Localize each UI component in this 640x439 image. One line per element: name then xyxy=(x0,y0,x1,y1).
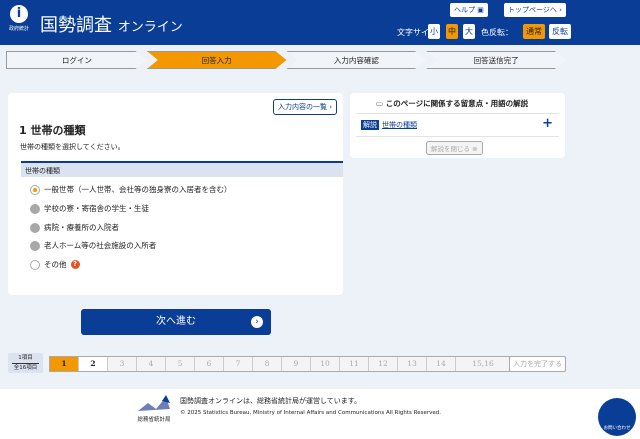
radio[interactable] xyxy=(30,259,40,270)
question-card: 入力内容の一覧 › 1 世帯の種類 世帯の種類を選択してください。 世帯の種類 … xyxy=(8,93,343,295)
comment-icon: ▭ xyxy=(376,99,384,108)
font-small-button[interactable]: 小 xyxy=(428,24,440,39)
step-confirm: 入力内容確認 xyxy=(286,51,427,69)
question-pager: 1 2 3 4 5 6 7 8 9 10 11 12 13 14 15,16 xyxy=(49,356,512,372)
field-label: 世帯の種類 xyxy=(21,161,343,177)
color-normal-button[interactable]: 通常 xyxy=(523,24,545,39)
radio-disabled xyxy=(30,222,40,233)
option-general[interactable]: 一般世帯（一人世帯、会社等の独身寮の入居者を含む） xyxy=(30,184,232,195)
next-button[interactable]: 次へ進む › xyxy=(81,309,271,335)
top-page-button[interactable]: トップページへ › xyxy=(504,3,566,17)
page-7: 7 xyxy=(224,357,253,371)
footer-notice: 国勢調査オンラインは、総務省統計局が運営しています。 xyxy=(180,397,362,405)
option-hospital: 病院・療養所の入院者 xyxy=(30,222,119,233)
header: i 政府統計 国勢調査 オンライン ヘルプ ▣ トップページへ › 文字サイズ： … xyxy=(0,0,640,45)
step-login: ログイン xyxy=(6,51,147,69)
step-answer: 回答入力 xyxy=(146,51,287,69)
page-13: 13 xyxy=(398,357,427,371)
contact-button[interactable]: お問い合わせ xyxy=(598,398,636,436)
notes-title: ▭ このページに関係する留意点・用語の解説 xyxy=(376,99,529,108)
arrow-right-icon: › xyxy=(251,316,263,328)
font-large-button[interactable]: 大 xyxy=(463,24,475,39)
note-link[interactable]: 世帯の種類 xyxy=(382,120,417,130)
radio-disabled xyxy=(30,240,40,251)
answer-list-button[interactable]: 入力内容の一覧 › xyxy=(272,99,337,115)
item-counter: 1項目 全16項目 xyxy=(8,353,43,373)
close-notes-button[interactable]: 解説を閉じる ⊗ xyxy=(426,141,483,155)
expand-icon[interactable]: + xyxy=(542,116,553,131)
color-invert-button[interactable]: 反転 xyxy=(549,24,571,39)
page-12: 12 xyxy=(369,357,398,371)
radio-selected[interactable] xyxy=(30,184,40,195)
footer: 総務省統計局 国勢調査オンラインは、総務省統計局が運営しています。 © 2025… xyxy=(0,389,640,439)
page-10: 10 xyxy=(311,357,340,371)
page-3: 3 xyxy=(108,357,137,371)
page-15-16: 15,16 xyxy=(456,357,511,371)
notes-card: ▭ このページに関係する留意点・用語の解説 解説 世帯の種類 + 解説を閉じる … xyxy=(350,93,565,158)
page-6: 6 xyxy=(195,357,224,371)
step-complete: 回答送信完了 xyxy=(426,51,566,69)
app-title: 国勢調査 オンライン xyxy=(40,15,183,36)
instruction: 世帯の種類を選択してください。 xyxy=(20,143,125,151)
font-medium-button[interactable]: 中 xyxy=(446,24,458,39)
page-9: 9 xyxy=(282,357,311,371)
finish-input-button: 入力を完了する xyxy=(509,356,566,372)
note-tag: 解説 xyxy=(361,120,379,130)
radio-disabled xyxy=(30,203,40,214)
copyright: © 2025 Statistics Bureau, Ministry of In… xyxy=(180,410,441,416)
ministry-logo: 総務省統計局 xyxy=(134,395,174,423)
page-4: 4 xyxy=(137,357,166,371)
option-facility: 老人ホーム等の社会施設の入所者 xyxy=(30,240,156,251)
page-5: 5 xyxy=(166,357,195,371)
page-2[interactable]: 2 xyxy=(79,357,108,371)
page-8: 8 xyxy=(253,357,282,371)
page-14: 14 xyxy=(427,357,456,371)
help-icon[interactable]: ? xyxy=(70,260,80,269)
option-other[interactable]: その他? xyxy=(30,259,80,270)
help-button[interactable]: ヘルプ ▣ xyxy=(450,3,488,17)
page-11: 11 xyxy=(340,357,369,371)
progress-steps: ログイン 回答入力 入力内容確認 回答送信完了 xyxy=(6,51,566,69)
gov-stats-logo: i 政府統計 xyxy=(8,5,29,32)
option-dormitory: 学校の寮・寄宿舎の学生・生徒 xyxy=(30,203,149,214)
question-heading: 1 世帯の種類 xyxy=(19,124,86,137)
color-invert-label: 色反転： xyxy=(481,28,513,37)
page-1[interactable]: 1 xyxy=(50,357,79,371)
